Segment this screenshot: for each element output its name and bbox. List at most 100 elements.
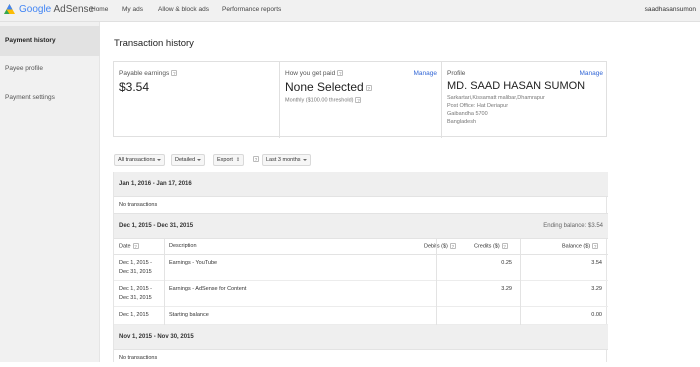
adsense-logo[interactable]: Google AdSense [3,3,94,16]
row-credits: 0.25 [501,260,512,266]
profile-name: MD. SAAD HASAN SUMON [447,80,586,92]
period-header: Dec 1, 2015 - Dec 31, 2015 Ending balanc… [114,214,608,239]
logo-text: Google AdSense [19,4,94,15]
address-line: Post Office: Hat Deriapur [447,103,509,109]
export-dropdown[interactable]: Export ⇕ [213,154,245,166]
row-credits: 3.29 [501,286,512,292]
column-divider [520,255,521,281]
adsense-logo-icon [3,3,16,16]
help-icon[interactable]: ? [355,97,362,103]
sidebar-item-payee-profile[interactable]: Payee profile [0,54,100,84]
table-row: Dec 1, 2015 - Dec 31, 2015 Earnings - Ad… [114,281,608,307]
address-line: Sarkartari,Kissamatt malibar,Dhamrapur [447,95,545,101]
payment-method-value: None Selected? [285,80,372,94]
transaction-filter-dropdown[interactable]: All transactions [114,154,166,166]
column-divider [436,255,437,281]
address-line: Gaibandha 5700 [447,111,488,117]
row-date: Dec 31, 2015 [119,295,152,301]
column-debits[interactable]: Debits ($)? [424,243,456,249]
payable-earnings-label-text: Payable earnings [119,70,170,77]
export-label: Export [217,157,233,163]
row-date: Dec 1, 2015 - [119,286,153,292]
profile-label: Profile [447,70,466,77]
profile-panel: Profile Manage MD. SAAD HASAN SUMON Sark… [441,62,608,138]
column-description[interactable]: Description [169,243,197,249]
row-date: Dec 1, 2015 - [119,260,153,266]
sort-arrows-icon: ⇕ [235,157,241,163]
transactions-list: Jan 1, 2016 - Jan 17, 2016 No transactio… [113,172,608,362]
how-you-get-paid-label-text: How you get paid [285,70,336,77]
help-icon[interactable]: ? [171,70,178,77]
row-date: Dec 31, 2015 [119,269,152,275]
column-divider [164,255,165,281]
help-icon[interactable]: ? [501,243,508,249]
help-icon[interactable]: ? [592,243,599,249]
logo-google-text: Google [19,4,52,15]
row-description: Earnings - YouTube [169,260,218,266]
table-row: Dec 1, 2015 - Dec 31, 2015 Earnings - Yo… [114,255,608,281]
nav-allow-block-ads[interactable]: Allow & block ads [158,6,209,13]
period-label: Nov 1, 2015 - Nov 30, 2015 [119,334,194,340]
nav-home[interactable]: Home [91,6,108,13]
detail-level-dropdown[interactable]: Detailed [171,154,206,166]
column-credits-label: Credits ($) [474,243,500,250]
payment-threshold: Monthly ($100.00 threshold)? [285,97,362,104]
column-divider [436,239,437,255]
table-header: Date? Description Debits ($)? Credits ($… [114,239,608,255]
column-divider [164,239,165,255]
column-balance[interactable]: Balance ($)? [562,243,599,250]
payable-earnings-value: $3.54 [119,80,150,94]
help-icon[interactable]: ? [253,156,259,162]
column-divider [436,307,437,325]
help-icon[interactable]: ? [449,243,456,249]
column-divider [436,281,437,307]
column-divider [520,307,521,325]
payment-threshold-text: Monthly ($100.00 threshold) [285,97,354,104]
no-transactions-row: No transactions [114,197,608,214]
user-account-name[interactable]: saadhasansumon [645,6,696,13]
nav-my-ads[interactable]: My ads [122,6,143,13]
row-description: Earnings - AdSense for Content [169,286,247,292]
column-divider [520,239,521,255]
row-balance: 3.54 [591,260,602,266]
column-date-label: Date [119,243,131,250]
period-header: Nov 1, 2015 - Nov 30, 2015 [114,325,608,350]
help-icon[interactable]: ? [365,84,372,91]
row-description: Starting balance [169,312,209,318]
sidebar-item-payment-history[interactable]: Payment history [0,26,100,56]
column-divider [520,281,521,307]
sidebar-item-payment-settings[interactable]: Payment settings [0,83,100,113]
no-transactions-text: No transactions [119,202,158,208]
column-balance-label: Balance ($) [562,243,591,250]
manage-profile-link[interactable]: Manage [580,70,604,77]
period-header: Jan 1, 2016 - Jan 17, 2016 [114,172,608,197]
summary-card: Payable earnings? $3.54 How you get paid… [113,61,608,138]
column-date[interactable]: Date? [119,243,139,249]
period-label: Dec 1, 2015 - Dec 31, 2015 [119,223,194,229]
top-bar: Google AdSense Home My ads Allow & block… [0,0,700,22]
transaction-filter-label: All transactions [118,157,156,163]
sidebar: Payment history Payee profile Payment se… [0,22,100,362]
help-icon[interactable]: ? [132,243,139,249]
manage-payment-link[interactable]: Manage [414,70,438,77]
nav-performance-reports[interactable]: Performance reports [222,6,281,13]
date-range-label: Last 3 months [266,157,301,163]
help-icon[interactable]: ? [337,70,344,77]
payment-method-value-text: None Selected [285,80,364,94]
date-range-dropdown[interactable]: Last 3 months [262,154,311,166]
no-transactions-row: No transactions [114,350,608,367]
table-row: Dec 1, 2015 Starting balance 0.00 [114,307,608,325]
ending-balance: Ending balance: $3.54 [543,223,603,229]
row-date: Dec 1, 2015 [119,312,149,318]
chevron-down-icon [157,158,162,161]
column-divider [164,281,165,307]
column-credits[interactable]: Credits ($)? [474,243,508,249]
how-you-get-paid-label: How you get paid? [285,70,344,77]
no-transactions-text: No transactions [119,355,158,361]
page-title: Transaction history [114,38,194,49]
period-label: Jan 1, 2016 - Jan 17, 2016 [119,181,192,187]
chevron-down-icon [302,158,307,161]
payment-method-panel: How you get paid? Manage None Selected? … [279,62,441,138]
address-line: Bangladesh [447,119,477,125]
payable-earnings-label: Payable earnings? [119,70,178,77]
